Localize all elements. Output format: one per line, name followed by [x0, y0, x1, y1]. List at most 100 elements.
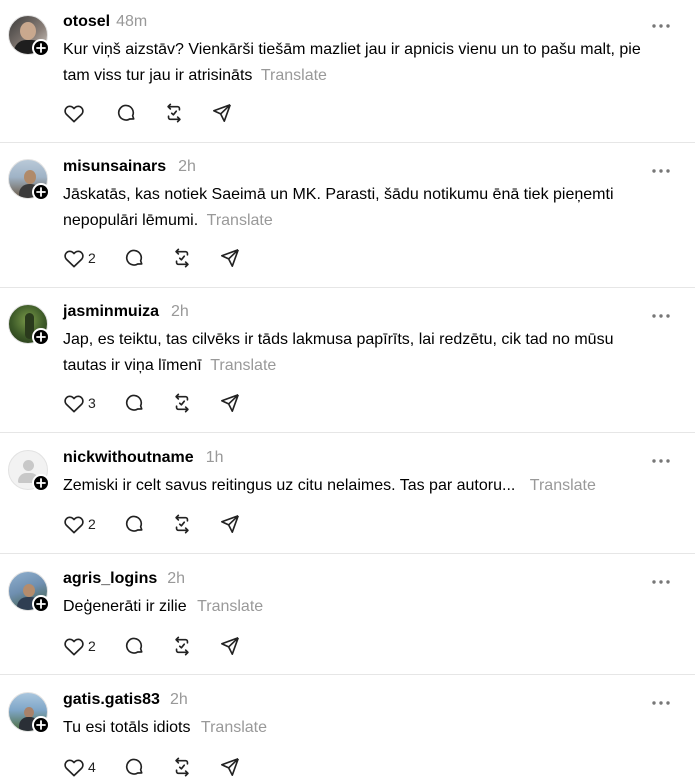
reply-button[interactable] [124, 391, 144, 415]
like-button[interactable]: 2 [63, 246, 96, 270]
repost-icon [175, 636, 189, 656]
follow-plus-icon[interactable] [32, 183, 50, 201]
share-button[interactable] [212, 101, 232, 125]
post-actions: 3 [63, 391, 268, 415]
post: misunsainars 2h Jāskatās, kas notiek Sae… [0, 143, 695, 288]
send-icon [220, 249, 239, 267]
follow-plus-icon[interactable] [32, 474, 50, 492]
repost-icon [167, 103, 181, 123]
follow-plus-icon[interactable] [32, 328, 50, 346]
reply-feed: otosel 48m Kur viņš aizstāv? Vienkārši t… [0, 0, 695, 784]
share-button[interactable] [220, 634, 240, 658]
translate-link[interactable]: Translate [201, 719, 267, 736]
send-icon [220, 394, 239, 412]
username[interactable]: nickwithoutname [63, 449, 194, 467]
post-body: Jāskatās, kas notiek Saeimā un MK. Paras… [63, 186, 614, 229]
follow-plus-icon[interactable] [32, 39, 50, 57]
repost-button[interactable] [164, 101, 184, 125]
repost-button[interactable] [172, 755, 192, 779]
like-button[interactable]: 3 [63, 391, 96, 415]
like-count: 3 [88, 395, 96, 411]
more-options-icon[interactable] [651, 693, 671, 707]
repost-icon [175, 514, 189, 534]
send-icon [213, 104, 231, 122]
reply-button[interactable] [124, 634, 144, 658]
like-count: 2 [88, 250, 96, 266]
like-button[interactable]: 4 [63, 755, 96, 779]
comment-icon [125, 249, 143, 266]
avatar-container[interactable] [8, 450, 50, 492]
follow-plus-icon[interactable] [32, 595, 50, 613]
follow-plus-icon[interactable] [32, 716, 50, 734]
timestamp[interactable]: 2h [178, 158, 196, 176]
more-options-icon[interactable] [651, 451, 671, 465]
like-button[interactable] [63, 101, 88, 125]
more-options-icon[interactable] [651, 161, 671, 175]
share-button[interactable] [220, 512, 240, 536]
share-button[interactable] [220, 246, 240, 270]
avatar-container[interactable] [8, 692, 50, 734]
reply-button[interactable] [124, 755, 144, 779]
avatar-container[interactable] [8, 15, 50, 57]
translate-link[interactable]: Translate [210, 357, 276, 374]
translate-link[interactable]: Translate [197, 598, 263, 615]
like-count: 2 [88, 638, 96, 654]
post-actions: 4 [63, 755, 268, 779]
repost-icon [175, 248, 189, 268]
post-content: jasminmuiza 2h Jap, es teiktu, tas cilvē… [63, 303, 655, 379]
translate-link[interactable]: Translate [207, 212, 273, 229]
timestamp[interactable]: 2h [170, 691, 188, 709]
like-count: 4 [88, 759, 96, 775]
more-options-icon[interactable] [651, 306, 671, 320]
more-options-icon[interactable] [651, 16, 671, 30]
heart-icon [64, 638, 84, 656]
post-text: Deģenerāti ir zilie Translate [63, 594, 655, 620]
translate-link[interactable]: Translate [530, 477, 596, 494]
send-icon [220, 637, 239, 655]
post-body: Tu esi totāls idiots [63, 719, 191, 736]
repost-button[interactable] [172, 634, 192, 658]
like-count: 2 [88, 516, 96, 532]
default-user-icon [23, 460, 34, 471]
reply-button[interactable] [124, 246, 144, 270]
avatar-container[interactable] [8, 571, 50, 613]
timestamp[interactable]: 48m [116, 13, 147, 31]
translate-link[interactable]: Translate [261, 67, 327, 84]
timestamp[interactable]: 2h [171, 303, 189, 321]
post-body: Jap, es teiktu, tas cilvēks ir tāds lakm… [63, 331, 614, 374]
timestamp[interactable]: 2h [167, 570, 185, 588]
username[interactable]: agris_logins [63, 570, 157, 588]
avatar-container[interactable] [8, 159, 50, 201]
comment-icon [125, 515, 143, 532]
reply-button[interactable] [124, 512, 144, 536]
username[interactable]: gatis.gatis83 [63, 691, 160, 709]
like-button[interactable]: 2 [63, 634, 96, 658]
repost-button[interactable] [172, 391, 192, 415]
repost-icon [175, 393, 189, 413]
post-content: misunsainars 2h Jāskatās, kas notiek Sae… [63, 158, 655, 234]
post-content: nickwithoutname 1h Zemiski ir celt savus… [63, 449, 655, 499]
avatar-container[interactable] [8, 304, 50, 346]
username[interactable]: misunsainars [63, 158, 166, 176]
share-button[interactable] [220, 755, 240, 779]
like-button[interactable]: 2 [63, 512, 96, 536]
repost-button[interactable] [172, 512, 192, 536]
username[interactable]: jasminmuiza [63, 303, 159, 321]
heart-icon [64, 759, 84, 777]
post-actions: 2 [63, 246, 268, 270]
post-content: agris_logins 2h Deģenerāti ir zilie Tran… [63, 570, 655, 620]
post-body: Kur viņš aizstāv? Vienkārši tiešām mazli… [63, 41, 641, 84]
share-button[interactable] [220, 391, 240, 415]
username[interactable]: otosel [63, 13, 110, 31]
post-content: gatis.gatis83 2h Tu esi totāls idiots Tr… [63, 691, 655, 741]
reply-button[interactable] [116, 101, 136, 125]
post-text: Tu esi totāls idiots Translate [63, 715, 655, 741]
timestamp[interactable]: 1h [206, 449, 224, 467]
heart-icon [64, 395, 84, 413]
post-body: Deģenerāti ir zilie [63, 598, 187, 615]
post-actions: 2 [63, 634, 268, 658]
repost-button[interactable] [172, 246, 192, 270]
more-options-icon[interactable] [651, 572, 671, 586]
comment-icon [117, 104, 135, 121]
post-text: Jap, es teiktu, tas cilvēks ir tāds lakm… [63, 327, 655, 379]
